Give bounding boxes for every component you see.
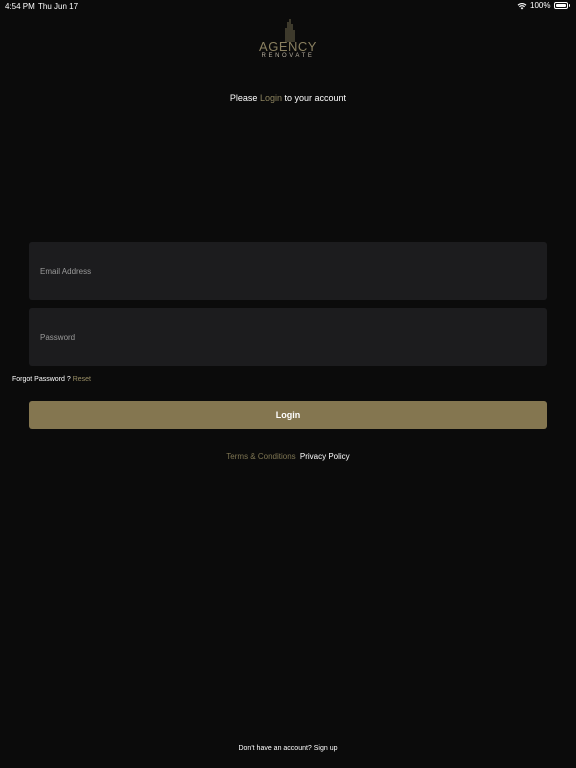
heading-suffix: to your account [284,93,347,103]
signup-link[interactable]: Don't have an account? Sign up [0,745,576,752]
privacy-link[interactable]: Privacy Policy [300,452,350,461]
logo-subtitle: RENOVATE [261,53,315,59]
terms-link[interactable]: Terms & Conditions [226,452,295,461]
status-bar: 4:54 PM Thu Jun 17 100% [0,0,576,14]
agency-renovate-logo: AGENCY RENOVATE [250,18,326,62]
status-date: Thu Jun 17 [38,2,79,11]
legal-links: Terms & Conditions Privacy Policy [0,452,576,461]
reset-link[interactable]: Reset [73,376,91,383]
battery-nub [568,4,570,7]
password-field[interactable] [29,308,547,366]
status-time: 4:54 PM [5,2,35,11]
login-screen: 4:54 PM Thu Jun 17 100% AGENCY RENOVATE … [0,0,576,768]
heading-prefix: Please [229,93,258,103]
login-button[interactable]: Login [29,401,547,429]
heading-accent: Login [259,93,282,103]
page-heading: Please Login to your account [0,93,576,103]
logo-title: AGENCY [259,39,317,54]
email-field[interactable] [29,242,547,300]
wifi-icon [517,2,527,9]
status-right: 100% [517,1,570,10]
forgot-password-label: Forgot Password ? [12,376,71,383]
battery-icon [553,2,568,9]
battery-percent: 100% [530,1,551,10]
forgot-password: Forgot Password ? Reset [12,376,91,383]
